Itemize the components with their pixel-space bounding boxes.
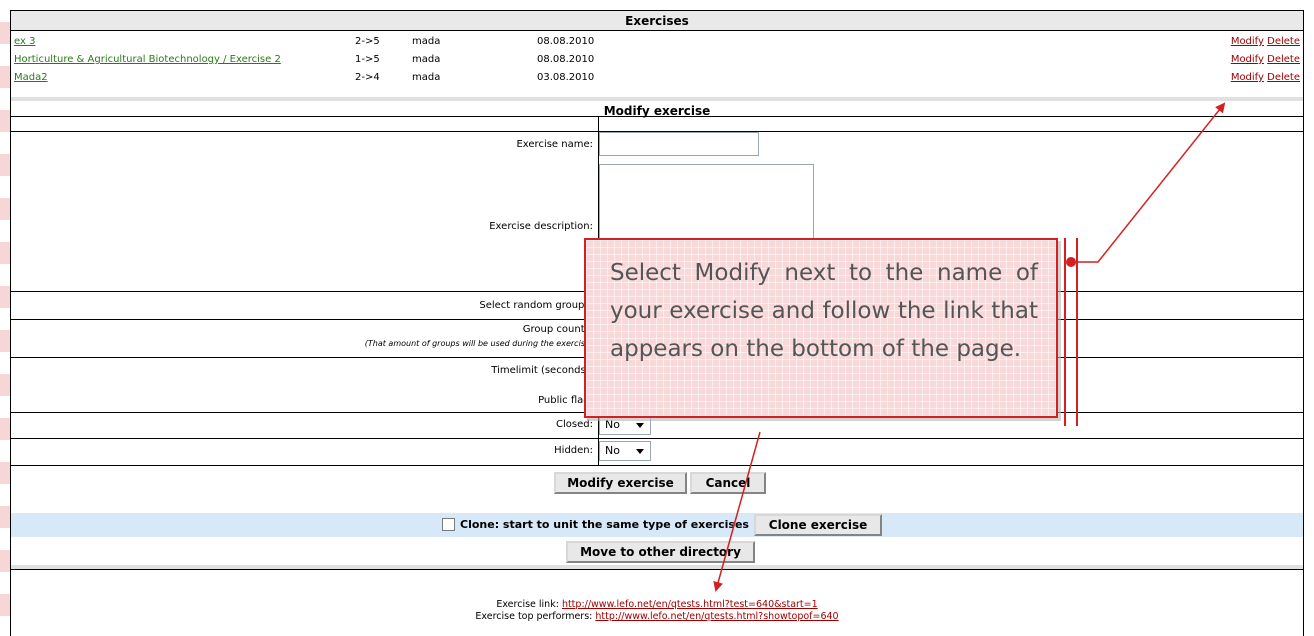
exercise-name-link[interactable]: Mada2 — [14, 69, 48, 87]
hidden-label: Hidden: — [554, 445, 593, 456]
modify-link[interactable]: Modify — [1231, 36, 1264, 47]
exercise-date: 03.08.2010 — [537, 72, 595, 83]
closed-select-value: No — [605, 418, 620, 431]
row-divider — [11, 465, 1303, 466]
exercise-range: 2->4 — [355, 72, 380, 83]
clone-checkbox[interactable] — [442, 518, 455, 531]
exercise-row: ex 3 2->5 mada 08.08.2010 Modify Delete — [11, 33, 1303, 51]
exercise-user: mada — [412, 72, 441, 83]
exercise-date: 08.08.2010 — [537, 54, 595, 65]
delete-link[interactable]: Delete — [1267, 36, 1300, 47]
exercise-name-link[interactable]: Horticulture & Agricultural Biotechnolog… — [14, 51, 281, 69]
clone-label: Clone: start to unit the same type of ex… — [460, 518, 749, 531]
row-divider — [11, 438, 1303, 439]
closed-label: Closed: — [556, 419, 593, 430]
clone-band: Clone: start to unit the same type of ex… — [11, 513, 1303, 537]
timelimit-label: Timelimit (seconds): — [491, 365, 593, 376]
exercise-row: Mada2 2->4 mada 03.08.2010 Modify Delete — [11, 69, 1303, 87]
top-performers-line: Exercise top performers: http://www.lefo… — [11, 611, 1303, 623]
modify-exercise-header: Modify exercise — [11, 97, 1303, 118]
hidden-select-value: No — [605, 444, 620, 457]
exercise-actions: Modify Delete — [1231, 33, 1300, 51]
exercise-name-link[interactable]: ex 3 — [14, 33, 35, 51]
exercise-row: Horticulture & Agricultural Biotechnolog… — [11, 51, 1303, 69]
exercise-name-label: Exercise name: — [516, 139, 593, 150]
exercise-user: mada — [412, 54, 441, 65]
exercise-link-label: Exercise link: — [496, 599, 559, 610]
exercise-actions: Modify Delete — [1231, 51, 1300, 69]
closed-select[interactable]: No — [599, 415, 651, 435]
clone-exercise-button[interactable]: Clone exercise — [754, 514, 882, 536]
exercise-user: mada — [412, 36, 441, 47]
group-count-label: Group count*: — [522, 324, 593, 335]
tutorial-callout: Select Modify next to the name of your e… — [584, 238, 1058, 418]
delete-link[interactable]: Delete — [1267, 72, 1300, 83]
modify-exercise-button[interactable]: Modify exercise — [554, 472, 687, 494]
cancel-button[interactable]: Cancel — [690, 472, 766, 494]
exercise-date: 08.08.2010 — [537, 36, 595, 47]
group-count-note: (That amount of groups will be used duri… — [364, 339, 593, 348]
chevron-down-icon — [636, 423, 644, 428]
exercise-range: 1->5 — [355, 54, 380, 65]
top-performers-url[interactable]: http://www.lefo.net/en/qtests.html?showt… — [595, 611, 838, 622]
delete-link[interactable]: Delete — [1267, 54, 1300, 65]
modify-link[interactable]: Modify — [1231, 54, 1264, 65]
exercise-description-label: Exercise description: — [489, 221, 593, 232]
page-margin-decoration — [0, 0, 10, 636]
exercise-link-line: Exercise link: http://www.lefo.net/en/qt… — [11, 599, 1303, 611]
row-divider — [11, 565, 1303, 570]
modify-link[interactable]: Modify — [1231, 72, 1264, 83]
exercise-range: 2->5 — [355, 36, 380, 47]
chevron-down-icon — [636, 449, 644, 454]
exercise-actions: Modify Delete — [1231, 69, 1300, 87]
top-performers-label: Exercise top performers: — [475, 611, 593, 622]
exercise-links: Exercise link: http://www.lefo.net/en/qt… — [11, 599, 1303, 623]
move-to-directory-button[interactable]: Move to other directory — [566, 541, 755, 563]
exercise-name-input[interactable] — [599, 132, 759, 156]
hidden-select[interactable]: No — [599, 441, 651, 461]
exercises-header: Exercises — [11, 11, 1303, 31]
random-groups-label: Select random groups: — [479, 300, 593, 311]
exercise-link-url[interactable]: http://www.lefo.net/en/qtests.html?test=… — [562, 599, 818, 610]
callout-edge-decoration — [1064, 238, 1078, 426]
